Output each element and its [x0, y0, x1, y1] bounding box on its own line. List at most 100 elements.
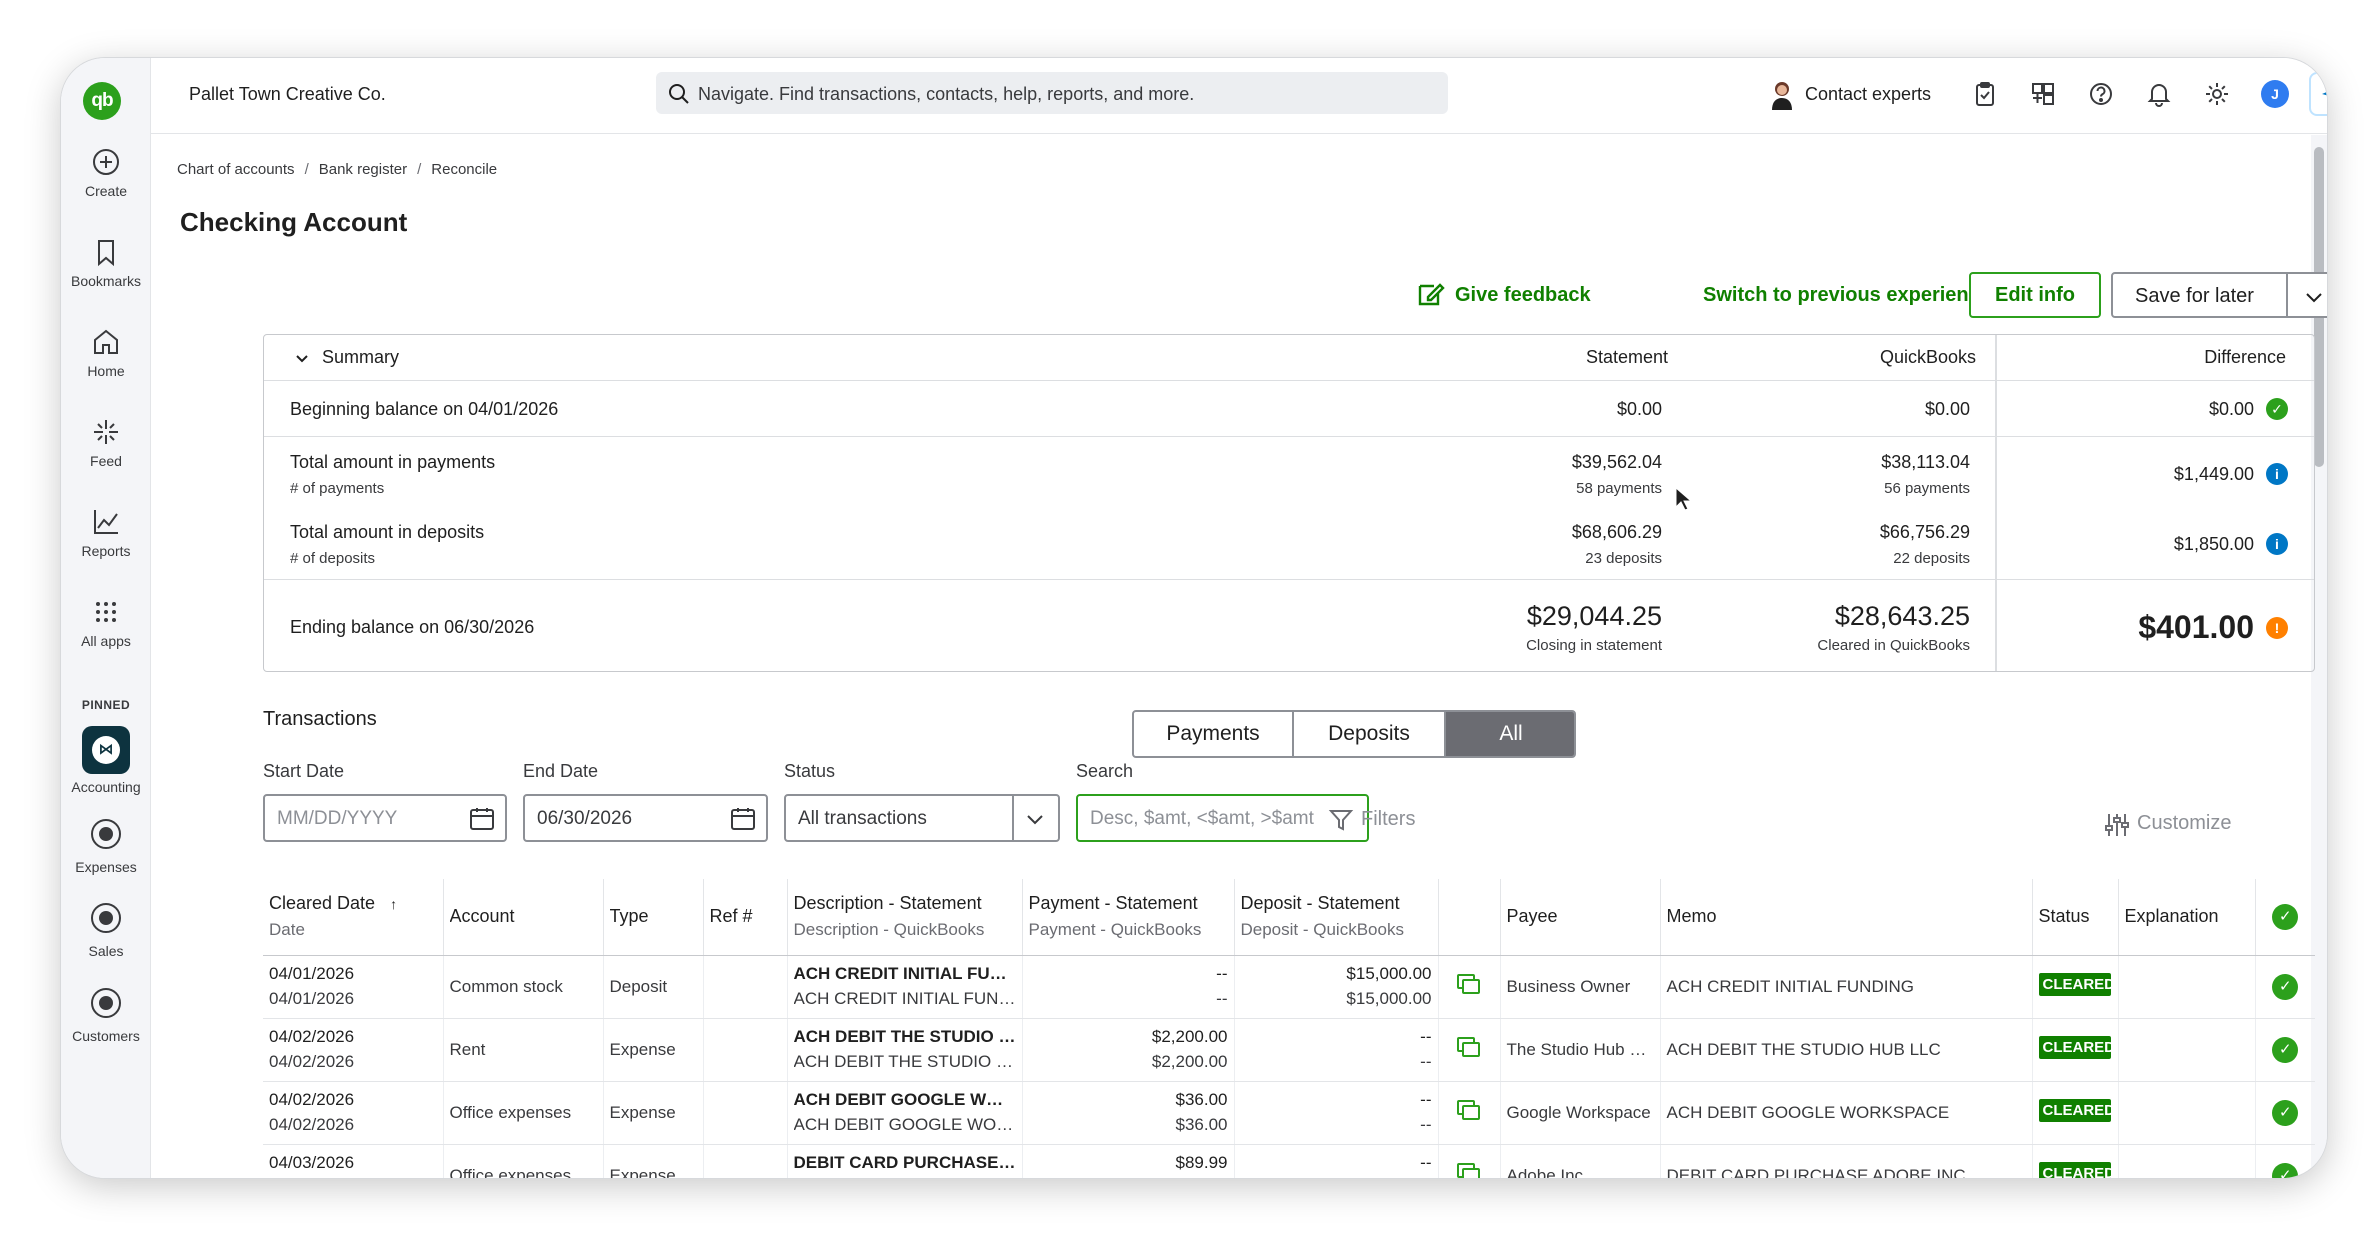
copy-match-icon[interactable]: [1456, 1099, 1482, 1121]
start-date-input[interactable]: MM/DD/YYYY: [263, 794, 507, 842]
table-row[interactable]: 04/01/2026 04/01/2026 Common stock Deposit A…: [263, 955, 2315, 1019]
col-type[interactable]: Type: [603, 879, 704, 956]
table-cell[interactable]: $2,200.00 $2,200.00: [1022, 1018, 1235, 1082]
toggle-all[interactable]: All: [1446, 712, 1574, 756]
table-cell[interactable]: [2118, 1081, 2256, 1145]
user-avatar[interactable]: J: [2261, 80, 2289, 108]
table-cell[interactable]: ✓: [2255, 955, 2315, 1019]
edit-info-button[interactable]: Edit info: [1969, 272, 2101, 318]
apps-switch-icon[interactable]: [2029, 80, 2057, 108]
table-cell[interactable]: Expense: [603, 1081, 704, 1145]
table-cell[interactable]: Office expenses: [443, 1081, 604, 1145]
nav-create[interactable]: Create: [61, 146, 151, 199]
col-account[interactable]: Account: [443, 879, 604, 956]
table-cell[interactable]: ✓: [2255, 1018, 2315, 1082]
check-circle-icon[interactable]: ✓: [2272, 1099, 2299, 1126]
copy-match-icon[interactable]: [1456, 973, 1482, 995]
table-cell[interactable]: [2118, 1144, 2256, 1178]
check-circle-icon[interactable]: ✓: [2272, 903, 2299, 930]
table-cell[interactable]: ----: [1234, 1018, 1439, 1082]
col-description[interactable]: Description - Statement Description - Qu…: [787, 879, 1023, 956]
table-cell[interactable]: ACH DEBIT THE STUDIO HUB LLC ACH DEBIT TH…: [787, 1018, 1023, 1082]
table-cell[interactable]: ----: [1234, 1081, 1439, 1145]
table-cell[interactable]: Deposit: [603, 955, 704, 1019]
table-cell[interactable]: [2118, 1018, 2256, 1082]
table-cell[interactable]: 04/02/2026 04/02/2026: [263, 1018, 444, 1082]
table-cell[interactable]: ACH DEBIT THE STUDIO HUB LLC: [1660, 1018, 2033, 1082]
table-cell[interactable]: 04/02/2026 04/02/2026: [263, 1081, 444, 1145]
check-circle-icon[interactable]: ✓: [2272, 1162, 2299, 1178]
switch-previous-experience-link[interactable]: Switch to previous experience: [1703, 284, 1991, 307]
toggle-deposits[interactable]: Deposits: [1294, 712, 1446, 756]
chevron-down-icon[interactable]: [2303, 286, 2325, 308]
info-icon[interactable]: i: [2266, 463, 2288, 485]
ai-assistant-button[interactable]: [2309, 72, 2327, 116]
table-cell[interactable]: [703, 955, 788, 1019]
clipboard-icon[interactable]: [1971, 80, 1999, 108]
save-for-later-button[interactable]: Save for later: [2111, 272, 2327, 318]
table-cell[interactable]: [703, 1144, 788, 1178]
col-cleared-date[interactable]: Cleared Date ↑ Date: [263, 879, 444, 956]
notification-bell-icon[interactable]: [2145, 80, 2173, 108]
nav-sales[interactable]: Sales: [61, 903, 151, 959]
quickbooks-logo[interactable]: qb: [83, 82, 121, 120]
nav-bookmarks[interactable]: Bookmarks: [61, 236, 151, 289]
table-cell[interactable]: ACH DEBIT GOOGLE WORKSPACE: [1660, 1081, 2033, 1145]
calendar-icon[interactable]: [730, 807, 756, 831]
table-cell[interactable]: ✓: [2255, 1144, 2315, 1178]
table-cell[interactable]: [1438, 955, 1501, 1019]
toggle-payments[interactable]: Payments: [1134, 712, 1294, 756]
col-status[interactable]: Status: [2032, 879, 2119, 956]
table-cell[interactable]: Common stock: [443, 955, 604, 1019]
summary-toggle-label[interactable]: Summary: [322, 347, 399, 368]
table-cell[interactable]: 04/01/2026 04/01/2026: [263, 955, 444, 1019]
table-cell[interactable]: [703, 1081, 788, 1145]
table-cell[interactable]: $15,000.00 $15,000.00: [1234, 955, 1439, 1019]
table-row[interactable]: 04/02/2026 04/02/2026 Rent Expense ACH DEBIT…: [263, 1018, 2315, 1082]
status-select[interactable]: All transactions: [784, 794, 1060, 842]
table-cell[interactable]: [1438, 1081, 1501, 1145]
col-payee[interactable]: Payee: [1500, 879, 1661, 956]
copy-match-icon[interactable]: [1456, 1036, 1482, 1058]
table-cell[interactable]: CLEARED: [2032, 1144, 2119, 1178]
col-ref[interactable]: Ref #: [703, 879, 788, 956]
table-cell[interactable]: $36.00 $36.00: [1022, 1081, 1235, 1145]
table-cell[interactable]: Business Owner: [1500, 955, 1661, 1019]
table-cell[interactable]: 04/03/202604/03/2026: [263, 1144, 444, 1178]
check-circle-icon[interactable]: ✓: [2272, 1036, 2299, 1063]
table-cell[interactable]: ✓: [2255, 1081, 2315, 1145]
col-memo[interactable]: Memo: [1660, 879, 2033, 956]
table-cell[interactable]: Google Workspace: [1500, 1081, 1661, 1145]
warning-icon[interactable]: !: [2266, 617, 2288, 639]
table-cell[interactable]: CLEARED: [2032, 955, 2119, 1019]
table-cell[interactable]: $89.99$89.99: [1022, 1144, 1235, 1178]
table-cell[interactable]: The Studio Hub LLC: [1500, 1018, 1661, 1082]
check-circle-icon[interactable]: ✓: [2272, 973, 2299, 1000]
col-payment[interactable]: Payment - Statement Payment - QuickBooks: [1022, 879, 1235, 956]
table-cell[interactable]: ----: [1234, 1144, 1439, 1178]
nav-home[interactable]: Home: [61, 326, 151, 379]
nav-expenses[interactable]: Expenses: [61, 819, 151, 875]
info-icon[interactable]: i: [2266, 533, 2288, 555]
table-cell[interactable]: [2118, 955, 2256, 1019]
table-cell[interactable]: ----: [1022, 955, 1235, 1019]
breadcrumb-bank-register[interactable]: Bank register: [319, 161, 407, 178]
table-cell[interactable]: DEBIT CARD PURCHASE ADOBE INCDEBIT CARD …: [787, 1144, 1023, 1178]
table-cell[interactable]: Rent: [443, 1018, 604, 1082]
table-cell[interactable]: ACH CREDIT INITIAL FUNDING: [1660, 955, 2033, 1019]
gear-icon[interactable]: [2203, 80, 2231, 108]
table-cell[interactable]: Expense: [603, 1144, 704, 1178]
help-icon[interactable]: [2087, 80, 2115, 108]
chevron-down-icon[interactable]: [294, 351, 310, 367]
breadcrumb-chart-of-accounts[interactable]: Chart of accounts: [177, 161, 295, 178]
table-cell[interactable]: ACH CREDIT INITIAL FUNDING ACH CREDIT INI…: [787, 955, 1023, 1019]
table-cell[interactable]: DEBIT CARD PURCHASE ADOBE INC: [1660, 1144, 2033, 1178]
table-cell[interactable]: [1438, 1144, 1501, 1178]
nav-feed[interactable]: Feed: [61, 416, 151, 469]
table-row[interactable]: 04/02/2026 04/02/2026 Office expenses Expen…: [263, 1081, 2315, 1145]
nav-accounting[interactable]: ⋈ Accounting: [61, 726, 151, 795]
transaction-search-input[interactable]: Desc, $amt, <$amt, >$amt: [1076, 794, 1369, 842]
table-cell[interactable]: Office expenses: [443, 1144, 604, 1178]
table-cell[interactable]: ACH DEBIT GOOGLE WORKSPACE ACH DEBIT GOOG…: [787, 1081, 1023, 1145]
global-search-input[interactable]: Navigate. Find transactions, contacts, h…: [656, 72, 1448, 114]
